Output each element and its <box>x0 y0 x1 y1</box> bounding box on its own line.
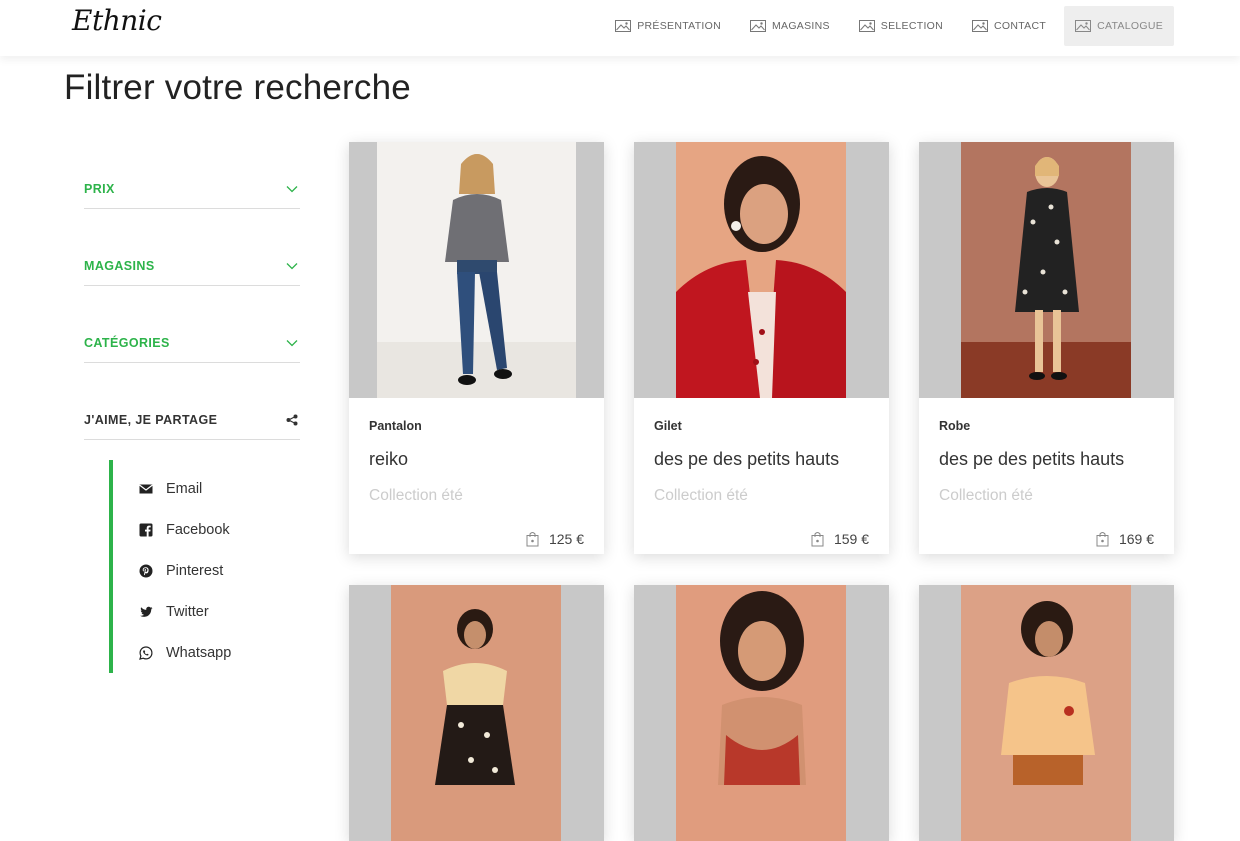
share-pinterest[interactable]: Pinterest <box>113 550 249 591</box>
product-price: 169 € <box>1096 531 1154 547</box>
page-title: Filtrer votre recherche <box>64 68 411 107</box>
product-image <box>634 142 889 398</box>
nav-label: CATALOGUE <box>1097 20 1163 32</box>
share-twitter[interactable]: Twitter <box>113 591 249 632</box>
filter-share[interactable]: J'AIME, JE PARTAGE <box>84 401 300 440</box>
product-photo <box>676 585 846 841</box>
product-info: Robe des pe des petits hauts Collection … <box>919 398 1174 554</box>
product-card[interactable]: Pantalon reiko Collection été 125 € <box>349 142 604 554</box>
product-photo <box>961 142 1131 398</box>
image-icon <box>749 20 766 32</box>
nav-item-selection[interactable]: SELECTION <box>848 6 954 46</box>
image-icon <box>615 20 632 32</box>
filter-magasins[interactable]: MAGASINS <box>84 247 300 286</box>
product-card[interactable] <box>634 585 889 841</box>
price-value: 159 € <box>833 531 869 547</box>
product-card[interactable]: Robe des pe des petits hauts Collection … <box>919 142 1174 554</box>
facebook-icon <box>139 523 153 537</box>
product-image <box>349 142 604 398</box>
image-icon <box>972 20 989 32</box>
price-value: 169 € <box>1118 531 1154 547</box>
share-label: Twitter <box>166 603 209 620</box>
nav-item-presentation[interactable]: PRÉSENTATION <box>604 6 732 46</box>
product-photo <box>377 142 576 398</box>
chevron-down-icon <box>286 182 298 194</box>
filter-categories[interactable]: CATÉGORIES <box>84 324 300 363</box>
filter-label: PRIX <box>84 182 115 196</box>
nav-item-contact[interactable]: CONTACT <box>961 6 1057 46</box>
image-icon <box>1075 20 1092 32</box>
chevron-down-icon <box>286 259 298 271</box>
product-info: Pantalon reiko Collection été 125 € <box>349 398 604 554</box>
product-photo <box>961 585 1131 841</box>
product-name: des pe des petits hauts <box>939 449 1125 469</box>
site-header: Ethnic PRÉSENTATION MAGASINS SELECTION C… <box>0 0 1240 56</box>
product-image <box>349 585 604 841</box>
filter-label: J'AIME, JE PARTAGE <box>84 413 218 427</box>
filter-sidebar: PRIX MAGASINS CATÉGORIES J'AIME, JE PART… <box>84 170 300 673</box>
twitter-icon <box>139 605 153 619</box>
share-label: Pinterest <box>166 562 224 579</box>
envelope-icon <box>139 482 153 496</box>
filter-prix[interactable]: PRIX <box>84 170 300 209</box>
image-icon <box>858 20 875 32</box>
product-image <box>634 585 889 841</box>
filter-label: CATÉGORIES <box>84 336 170 350</box>
shopping-bag-icon <box>526 532 539 547</box>
product-info: Gilet des pe des petits hauts Collection… <box>634 398 889 554</box>
product-name: reiko <box>369 449 409 469</box>
share-label: Email <box>166 480 203 497</box>
shopping-bag-icon <box>1096 532 1109 547</box>
product-type: Gilet <box>654 419 682 433</box>
brand-logo[interactable]: Ethnic <box>72 4 162 37</box>
share-icon <box>286 413 298 426</box>
product-card[interactable]: Gilet des pe des petits hauts Collection… <box>634 142 889 554</box>
filter-label: MAGASINS <box>84 259 155 273</box>
product-image <box>919 142 1174 398</box>
nav-item-catalogue[interactable]: CATALOGUE <box>1064 6 1174 46</box>
product-card[interactable] <box>919 585 1174 841</box>
product-collection: Collection été <box>939 487 1033 504</box>
product-image <box>919 585 1174 841</box>
price-value: 125 € <box>548 531 584 547</box>
pinterest-icon <box>139 564 153 578</box>
share-whatsapp[interactable]: Whatsapp <box>113 632 249 673</box>
chevron-down-icon <box>286 336 298 348</box>
share-facebook[interactable]: Facebook <box>113 509 249 550</box>
nav-item-magasins[interactable]: MAGASINS <box>739 6 841 46</box>
share-label: Facebook <box>166 521 230 538</box>
product-photo <box>391 585 561 841</box>
share-list: Email Facebook Pinterest Twitter Whatsap… <box>109 460 249 673</box>
product-card[interactable] <box>349 585 604 841</box>
main-nav: PRÉSENTATION MAGASINS SELECTION CONTACT … <box>597 6 1174 46</box>
product-type: Pantalon <box>369 419 422 433</box>
product-collection: Collection été <box>654 487 748 504</box>
share-email[interactable]: Email <box>113 468 249 509</box>
product-price: 125 € <box>526 531 584 547</box>
nav-label: MAGASINS <box>771 20 830 32</box>
product-photo <box>676 142 846 398</box>
share-label: Whatsapp <box>166 644 232 661</box>
nav-label: SELECTION <box>880 20 944 32</box>
nav-label: PRÉSENTATION <box>637 20 721 32</box>
product-collection: Collection été <box>369 487 463 504</box>
product-type: Robe <box>939 419 971 433</box>
shopping-bag-icon <box>811 532 824 547</box>
nav-label: CONTACT <box>994 20 1047 32</box>
product-price: 159 € <box>811 531 869 547</box>
whatsapp-icon <box>139 645 153 660</box>
product-name: des pe des petits hauts <box>654 449 840 469</box>
